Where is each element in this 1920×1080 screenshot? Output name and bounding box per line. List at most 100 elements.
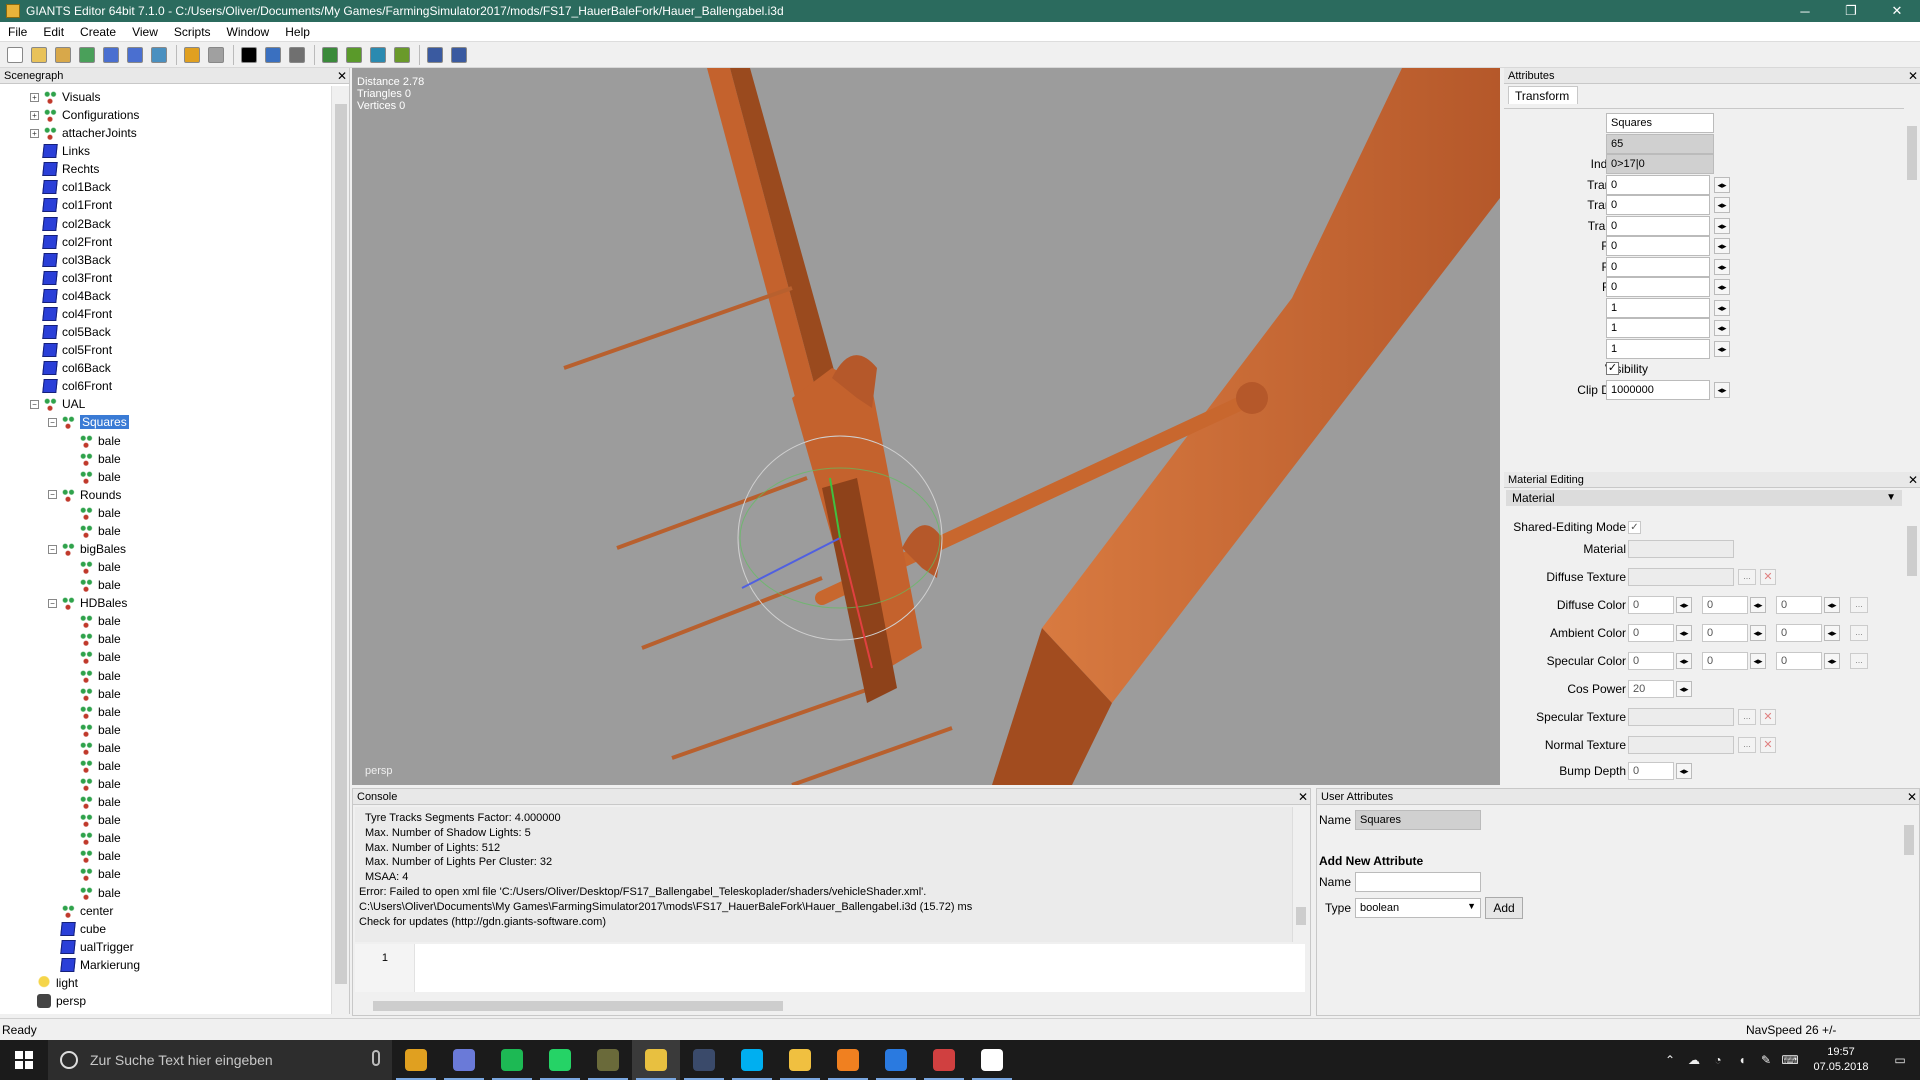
tree-node[interactable]: bale bbox=[66, 703, 121, 721]
cos-power-spin[interactable]: ◂▸ bbox=[1676, 681, 1692, 697]
steam-taskbar-button[interactable] bbox=[680, 1040, 728, 1080]
microphone-icon[interactable] bbox=[372, 1050, 380, 1066]
chevron-up-icon[interactable]: ⌃ bbox=[1658, 1040, 1682, 1080]
collapse-icon[interactable]: − bbox=[30, 399, 39, 409]
scroll-thumb[interactable] bbox=[1904, 825, 1914, 855]
attribute-field[interactable]: 0 bbox=[1606, 277, 1710, 297]
3d-viewport[interactable]: Distance 2.78 Triangles 0 Vertices 0 per… bbox=[352, 68, 1500, 785]
tree-node[interactable]: cube bbox=[48, 920, 106, 938]
specular-texture-browse-button[interactable]: ... bbox=[1738, 709, 1756, 725]
ambient-color-r[interactable]: 0 bbox=[1628, 624, 1674, 642]
normal-texture-browse-button[interactable]: ... bbox=[1738, 737, 1756, 753]
tree-node[interactable]: Links bbox=[30, 142, 90, 160]
collapse-arrow-icon[interactable]: ▼ bbox=[1886, 490, 1896, 506]
spin-arrows-icon[interactable]: ◂▸ bbox=[1714, 238, 1730, 254]
teamviewer-taskbar-button[interactable] bbox=[872, 1040, 920, 1080]
menu-window[interactable]: Window bbox=[219, 25, 278, 39]
diffuse-color-b-spin[interactable]: ◂▸ bbox=[1824, 597, 1840, 613]
menu-edit[interactable]: Edit bbox=[35, 25, 72, 39]
paint-taskbar-button[interactable] bbox=[920, 1040, 968, 1080]
material-close-icon[interactable]: ✕ bbox=[1906, 473, 1920, 487]
specular-color-picker-button[interactable]: ... bbox=[1850, 653, 1868, 669]
console-scrollbar[interactable] bbox=[1292, 807, 1308, 942]
attributes-scrollbar[interactable] bbox=[1904, 108, 1920, 464]
settings-button[interactable] bbox=[424, 44, 446, 66]
save-button[interactable] bbox=[100, 44, 122, 66]
add-attribute-button[interactable]: Add bbox=[1485, 897, 1523, 919]
expand-icon[interactable]: + bbox=[30, 128, 39, 138]
attribute-field[interactable]: Squares bbox=[1606, 113, 1714, 133]
select-mode-button[interactable] bbox=[262, 44, 284, 66]
keyboard-icon[interactable]: ⌨ bbox=[1778, 1040, 1802, 1080]
tree-node[interactable]: bale bbox=[66, 504, 121, 522]
tree-node[interactable]: bale bbox=[66, 558, 121, 576]
restore-button[interactable]: ❐ bbox=[1828, 0, 1874, 22]
collapse-icon[interactable]: − bbox=[48, 598, 57, 608]
ambient-color-picker-button[interactable]: ... bbox=[1850, 625, 1868, 641]
type-select[interactable]: boolean ▼ bbox=[1355, 898, 1481, 918]
tree-node[interactable]: col4Back bbox=[30, 287, 111, 305]
spin-arrows-icon[interactable]: ◂▸ bbox=[1714, 381, 1730, 398]
collapse-icon[interactable]: − bbox=[48, 490, 57, 500]
tree-node[interactable]: col1Front bbox=[30, 196, 112, 214]
ambient-color-g[interactable]: 0 bbox=[1702, 624, 1748, 642]
scenegraph-scrollbar[interactable] bbox=[331, 86, 349, 1014]
tree-node[interactable]: − HDBales bbox=[48, 594, 127, 612]
tree-node[interactable]: bale bbox=[66, 739, 121, 757]
play-button[interactable] bbox=[238, 44, 260, 66]
attribute-field[interactable]: 1000000 bbox=[1606, 379, 1710, 400]
tree-node[interactable]: col6Front bbox=[30, 377, 112, 395]
spin-arrows-icon[interactable]: ◂▸ bbox=[1714, 340, 1730, 357]
tree-node[interactable]: bale bbox=[66, 847, 121, 865]
network-icon[interactable]: ◔ bbox=[1706, 1040, 1730, 1080]
specular-color-b-spin[interactable]: ◂▸ bbox=[1824, 653, 1840, 669]
attribute-field[interactable]: 0 bbox=[1606, 256, 1710, 277]
tree-node[interactable]: bale bbox=[66, 648, 121, 666]
specular-color-r-spin[interactable]: ◂▸ bbox=[1676, 653, 1692, 669]
notifications-icon[interactable]: ▭ bbox=[1880, 1040, 1920, 1080]
diffuse-texture-browse-button[interactable]: ... bbox=[1738, 569, 1756, 585]
scroll-thumb[interactable] bbox=[373, 1001, 783, 1011]
network-button[interactable] bbox=[448, 44, 470, 66]
material-scrollbar[interactable] bbox=[1904, 508, 1920, 780]
spin-arrows-icon[interactable]: ◂▸ bbox=[1714, 279, 1730, 295]
tree-node[interactable]: − Squares bbox=[48, 413, 129, 431]
attribute-field[interactable]: 0 bbox=[1606, 174, 1710, 195]
tree-paint-button[interactable] bbox=[391, 44, 413, 66]
skype-taskbar-button[interactable] bbox=[728, 1040, 776, 1080]
bump-depth-spin[interactable]: ◂▸ bbox=[1676, 763, 1692, 779]
tree-node[interactable]: col1Back bbox=[30, 178, 111, 196]
tree-node[interactable]: col3Front bbox=[30, 269, 112, 287]
tree-node[interactable]: bale bbox=[66, 432, 121, 450]
diffuse-color-g[interactable]: 0 bbox=[1702, 596, 1748, 614]
taskbar-search[interactable]: Zur Suche Text hier eingeben bbox=[48, 1040, 392, 1080]
tree-node[interactable]: − Rounds bbox=[48, 486, 121, 504]
save-all-button[interactable] bbox=[124, 44, 146, 66]
specular-color-g[interactable]: 0 bbox=[1702, 652, 1748, 670]
console-script-input[interactable]: 1 bbox=[355, 944, 1305, 992]
start-button[interactable] bbox=[0, 1040, 48, 1080]
tree-node[interactable]: bale bbox=[66, 884, 121, 902]
visibility-checkbox[interactable]: ✓ bbox=[1606, 362, 1619, 375]
attribute-field[interactable]: 0 bbox=[1606, 195, 1710, 215]
redo-button[interactable] bbox=[205, 44, 227, 66]
tree-node[interactable]: ualTrigger bbox=[48, 938, 134, 956]
tree-node[interactable]: bale bbox=[66, 630, 121, 648]
tree-node[interactable]: bale bbox=[66, 612, 121, 630]
tree-node[interactable]: bale bbox=[66, 685, 121, 703]
tree-node[interactable]: − UAL bbox=[30, 395, 85, 413]
tree-node[interactable]: col5Front bbox=[30, 341, 112, 359]
chrome-taskbar-button[interactable] bbox=[392, 1040, 440, 1080]
ambient-color-g-spin[interactable]: ◂▸ bbox=[1750, 625, 1766, 641]
specular-color-r[interactable]: 0 bbox=[1628, 652, 1674, 670]
tree-node[interactable]: bale bbox=[66, 829, 121, 847]
diffuse-texture-field[interactable] bbox=[1628, 568, 1734, 586]
menu-create[interactable]: Create bbox=[72, 25, 124, 39]
tree-node[interactable]: bale bbox=[66, 865, 121, 883]
attribute-field[interactable]: 1 bbox=[1606, 318, 1710, 338]
ambient-color-b[interactable]: 0 bbox=[1776, 624, 1822, 642]
new-file-button[interactable] bbox=[4, 44, 26, 66]
user-attributes-scrollbar[interactable] bbox=[1901, 807, 1917, 1013]
scroll-thumb[interactable] bbox=[335, 104, 347, 984]
attribute-field[interactable]: 0 bbox=[1606, 236, 1710, 256]
